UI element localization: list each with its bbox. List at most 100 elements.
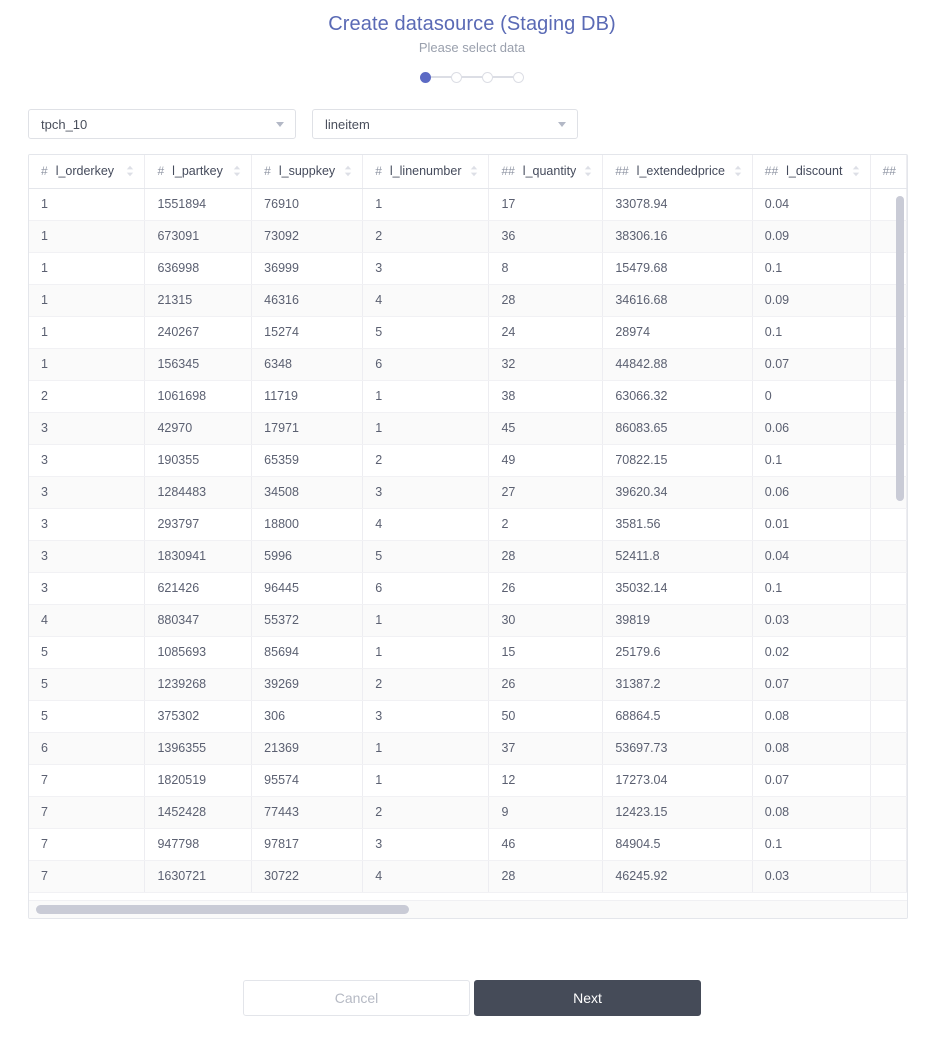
table-cell: 2 [362,444,490,477]
table-body: 1 1551894 76910 1 17 33078.94 0.04 1 673091 73092… [29,188,907,893]
table-cell: 7 [29,860,146,893]
column-header-label: l_partkey [172,164,223,179]
table-row[interactable]: 1 673091 73092 2 36 38306.16 0.09 [29,220,907,253]
table-row[interactable]: 1 240267 15274 5 24 28974 0.1 [29,316,907,349]
sort-icon[interactable] [470,165,478,177]
table-cell: 38306.16 [602,220,753,253]
table-cell: 28974 [602,316,753,349]
table-cell: 7 [29,796,146,829]
column-header-l_orderkey[interactable]: # l_orderkey [29,155,146,189]
column-header-l_linenumber[interactable]: # l_linenumber [362,155,490,189]
sort-icon[interactable] [126,165,134,177]
table-cell: 85694 [251,636,364,669]
step-dot-2[interactable] [451,71,462,83]
table-row[interactable]: 1 636998 36999 3 8 15479.68 0.1 [29,252,907,285]
vertical-scrollbar-thumb[interactable] [896,196,904,501]
table-cell: 0.06 [752,476,871,509]
database-select-value: tpch_10 [41,116,88,132]
table-cell: 3 [362,252,490,285]
table-viewport[interactable]: # l_orderkey # l_partkey # l_suppkey # l_linenu… [29,155,907,900]
table-cell: 0.1 [752,572,871,605]
table-select[interactable]: lineitem [312,109,578,139]
table-row[interactable]: 1 21315 46316 4 28 34616.68 0.09 [29,284,907,317]
table-cell: 1 [29,188,146,221]
table-row[interactable]: 7 1630721 30722 4 28 46245.92 0.03 [29,860,907,893]
table-row[interactable]: 3 42970 17971 1 45 86083.65 0.06 [29,412,907,445]
table-cell: 24 [488,316,604,349]
table-row[interactable]: 3 621426 96445 6 26 35032.14 0.1 [29,572,907,605]
table-row[interactable]: 6 1396355 21369 1 37 53697.73 0.08 [29,732,907,765]
table-cell: 880347 [144,604,253,637]
column-header[interactable]: ## [870,155,907,189]
table-cell: 7 [29,828,146,861]
table-cell: 1 [362,188,490,221]
table-row[interactable]: 4 880347 55372 1 30 39819 0.03 [29,604,907,637]
table-cell: 0.02 [752,636,871,669]
column-header-l_quantity[interactable]: ## l_quantity [488,155,604,189]
database-select[interactable]: tpch_10 [28,109,296,139]
table-row[interactable]: 3 1830941 5996 5 28 52411.8 0.04 [29,540,907,573]
table-row[interactable]: 3 190355 65359 2 49 70822.15 0.1 [29,444,907,477]
next-button[interactable]: Next [474,980,701,1016]
cancel-button[interactable]: Cancel [243,980,470,1016]
table-cell: 636998 [144,252,253,285]
column-header-l_discount[interactable]: ## l_discount [752,155,871,189]
table-cell: 12423.15 [602,796,753,829]
table-row[interactable]: 1 1551894 76910 1 17 33078.94 0.04 [29,188,907,221]
table-row[interactable]: 7 947798 97817 3 46 84904.5 0.1 [29,828,907,861]
table-row[interactable]: 3 1284483 34508 3 27 39620.34 0.06 [29,476,907,509]
step-dot-4[interactable] [513,71,524,83]
table-row[interactable]: 7 1820519 95574 1 12 17273.04 0.07 [29,764,907,797]
table-cell: 0.07 [752,764,871,797]
step-dot-3[interactable] [482,71,493,83]
wizard-footer: Cancel Next [0,980,944,1016]
table-row[interactable]: 2 1061698 11719 1 38 63066.32 0 [29,380,907,413]
step-connector [462,76,482,78]
table-cell: 5 [29,700,146,733]
horizontal-scrollbar-thumb[interactable] [36,905,409,914]
table-cell: 3 [29,444,146,477]
chevron-down-icon [276,122,284,127]
sort-icon[interactable] [344,165,352,177]
table-row[interactable]: 5 1239268 39269 2 26 31387.2 0.07 [29,668,907,701]
table-cell: 53697.73 [602,732,753,765]
table-row[interactable]: 1 156345 6348 6 32 44842.88 0.07 [29,348,907,381]
column-header-l_partkey[interactable]: # l_partkey [144,155,253,189]
table-row[interactable]: 7 1452428 77443 2 9 12423.15 0.08 [29,796,907,829]
table-cell: 25179.6 [602,636,753,669]
table-cell: 49 [488,444,604,477]
table-cell: 97817 [251,828,364,861]
sort-icon[interactable] [734,165,742,177]
table-cell: 46316 [251,284,364,317]
sort-icon[interactable] [852,165,860,177]
table-cell: 1284483 [144,476,253,509]
step-dot-1[interactable] [420,71,431,83]
table-cell: 947798 [144,828,253,861]
table-cell: 36 [488,220,604,253]
table-cell: 5 [362,316,490,349]
column-header-l_extendedprice[interactable]: ## l_extendedprice [602,155,753,189]
sort-icon[interactable] [233,165,241,177]
table-cell: 375302 [144,700,253,733]
horizontal-scrollbar[interactable] [29,900,907,918]
table-cell: 1 [29,316,146,349]
table-cell: 1 [362,636,490,669]
column-type-icon: ## [882,164,896,179]
wizard-header: Create datasource (Staging DB) Please se… [0,0,944,87]
vertical-scrollbar[interactable] [893,188,907,900]
table-cell: 6 [362,572,490,605]
table-row[interactable]: 3 293797 18800 4 2 3581.56 0.01 [29,508,907,541]
table-cell: 36999 [251,252,364,285]
table-cell: 1 [29,252,146,285]
sort-icon[interactable] [584,165,592,177]
table-cell: 30722 [251,860,364,893]
column-header-l_suppkey[interactable]: # l_suppkey [251,155,364,189]
table-cell: 17971 [251,412,364,445]
table-row[interactable]: 5 375302 306 3 50 68864.5 0.08 [29,700,907,733]
table-cell: 3 [362,828,490,861]
table-cell: 1 [362,412,490,445]
table-cell: 95574 [251,764,364,797]
table-row[interactable]: 5 1085693 85694 1 15 25179.6 0.02 [29,636,907,669]
table-cell: 77443 [251,796,364,829]
table-cell: 240267 [144,316,253,349]
